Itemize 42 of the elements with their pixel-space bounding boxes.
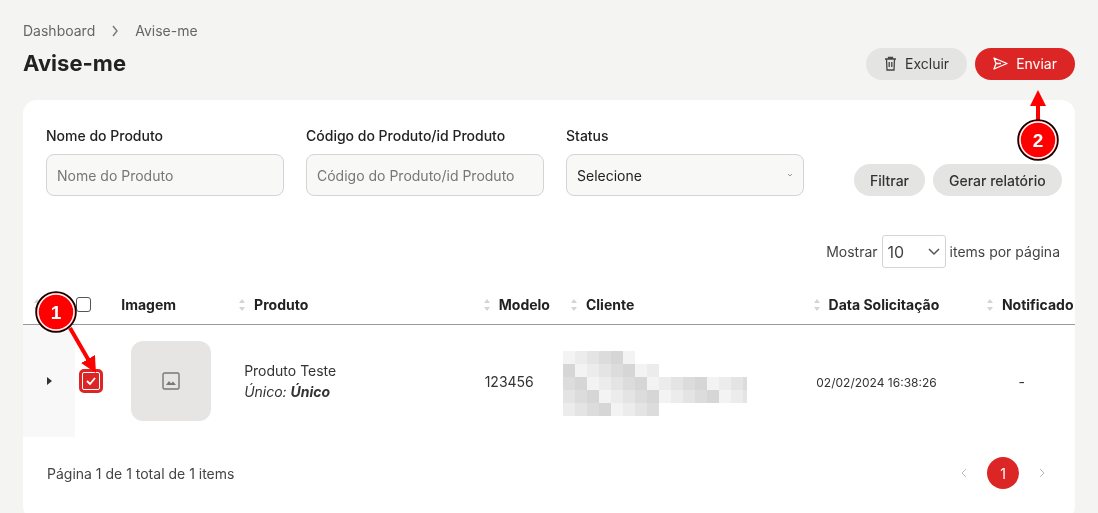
sort-icon[interactable] <box>33 297 41 312</box>
field-label: Código do Produto/id Produto <box>306 126 507 146</box>
field-label: Nome do Produto <box>46 126 165 146</box>
filter-button[interactable]: Filtrar <box>854 164 925 196</box>
chevron-left-icon[interactable] <box>961 468 967 478</box>
table-cell: 123456 <box>484 372 534 390</box>
pagination-summary: Página 1 de 1 total de 1 items <box>47 463 235 484</box>
column-header: Notificado <box>1001 295 1074 315</box>
column-header: Modelo <box>498 295 550 315</box>
column-header: Cliente <box>585 295 635 315</box>
report-button[interactable]: Gerar relatório <box>933 164 1062 196</box>
field-label: Status <box>566 126 610 146</box>
page-size-select[interactable]: 10 <box>881 235 946 268</box>
header-checkbox[interactable] <box>75 297 91 312</box>
page-size-label: items por página <box>949 242 1060 262</box>
send-button[interactable]: Enviar <box>975 47 1075 80</box>
column-header: Produto <box>254 295 309 315</box>
text-field[interactable]: Código do Produto/id Produto <box>306 154 544 196</box>
chevron-down-icon <box>927 247 940 256</box>
product-variant: Único: Único <box>244 382 332 402</box>
table-cell: - <box>1018 372 1026 390</box>
text-field[interactable]: Nome do Produto <box>46 154 284 196</box>
page-button[interactable]: 1 <box>987 457 1019 489</box>
breadcrumb-link[interactable]: Avise-me <box>135 20 198 41</box>
breadcrumb-link[interactable]: Dashboard <box>23 20 96 41</box>
row-checkbox[interactable] <box>79 369 104 393</box>
status-select[interactable]: Selecione <box>566 154 804 196</box>
trash-icon <box>884 56 898 71</box>
chevron-right-icon <box>111 24 120 37</box>
column-header: Imagem <box>121 295 176 315</box>
page-size-label: Mostrar <box>826 242 878 262</box>
send-icon <box>993 57 1009 70</box>
page-title: Avise-me <box>23 49 126 78</box>
chevron-right-icon[interactable] <box>1039 468 1045 478</box>
column-header: Data Solicitação <box>828 295 940 315</box>
delete-button[interactable]: Excluir <box>866 47 968 80</box>
check-icon <box>86 377 97 385</box>
caret-icon <box>787 173 793 177</box>
caret-right-icon[interactable] <box>45 377 54 385</box>
table-cell: 02/02/2024 16:38:26 <box>816 374 937 390</box>
image-icon <box>162 372 181 390</box>
product-name: Produto Teste <box>244 361 338 381</box>
